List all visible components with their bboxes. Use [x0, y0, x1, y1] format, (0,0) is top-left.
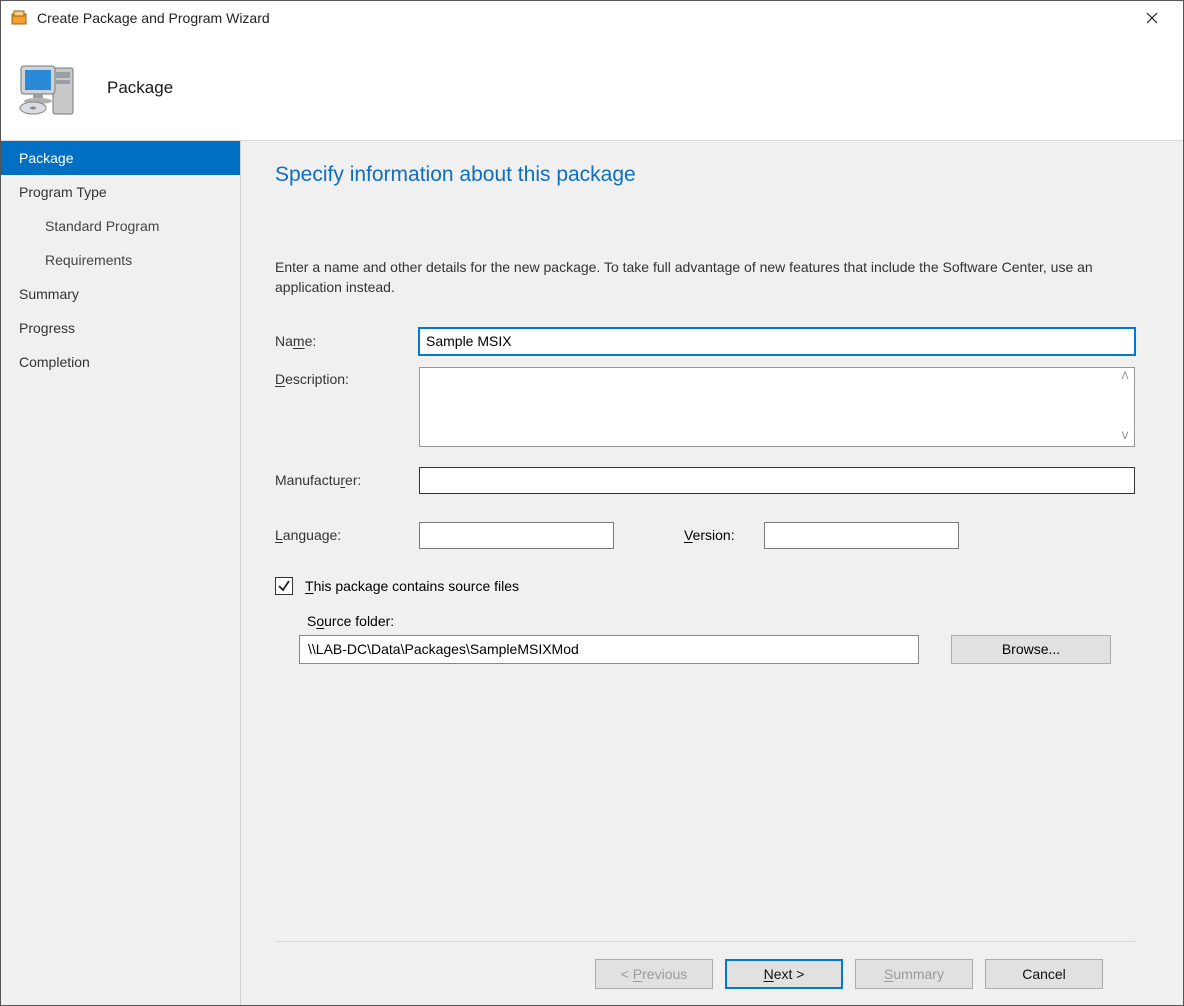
wizard-step-title: Package: [107, 78, 173, 98]
manufacturer-label: Manufacturer:: [275, 472, 419, 488]
window-title: Create Package and Program Wizard: [37, 10, 1129, 26]
browse-button[interactable]: Browse...: [951, 635, 1111, 664]
sidebar-item-label: Summary: [19, 286, 79, 302]
page-instruction: Enter a name and other details for the n…: [275, 257, 1125, 298]
contains-source-checkbox[interactable]: [275, 577, 293, 595]
manufacturer-input[interactable]: [419, 467, 1135, 494]
description-label: Description:: [275, 367, 419, 387]
sidebar-item-completion[interactable]: Completion: [1, 345, 240, 379]
source-folder-label: Source folder:: [307, 613, 1135, 629]
description-input[interactable]: [419, 367, 1135, 447]
close-button[interactable]: [1129, 3, 1175, 33]
sidebar-item-summary[interactable]: Summary: [1, 277, 240, 311]
wizard-main-panel: Specify information about this package E…: [241, 141, 1183, 1005]
name-input[interactable]: [419, 328, 1135, 355]
version-label: Version:: [684, 527, 764, 543]
sidebar-item-label: Package: [19, 150, 73, 166]
wizard-sidebar: Package Program Type Standard Program Re…: [1, 141, 241, 1005]
sidebar-item-progress[interactable]: Progress: [1, 311, 240, 345]
wizard-header: Package: [1, 35, 1183, 141]
sidebar-item-label: Standard Program: [45, 218, 159, 234]
titlebar: Create Package and Program Wizard: [1, 1, 1183, 35]
package-icon: [15, 58, 87, 118]
cancel-button[interactable]: Cancel: [985, 959, 1103, 989]
next-button[interactable]: Next >: [725, 959, 843, 989]
sidebar-item-label: Completion: [19, 354, 90, 370]
version-input[interactable]: [764, 522, 959, 549]
sidebar-item-requirements[interactable]: Requirements: [1, 243, 240, 277]
page-title: Specify information about this package: [275, 163, 1135, 187]
language-input[interactable]: [419, 522, 614, 549]
sidebar-item-label: Program Type: [19, 184, 107, 200]
wizard-icon: [11, 10, 27, 26]
previous-button: < Previous: [595, 959, 713, 989]
language-label: Language:: [275, 527, 419, 543]
summary-button: Summary: [855, 959, 973, 989]
sidebar-item-label: Progress: [19, 320, 75, 336]
source-folder-input[interactable]: [299, 635, 919, 664]
close-icon: [1146, 12, 1158, 24]
contains-source-label: This package contains source files: [305, 578, 519, 594]
sidebar-item-standard-program[interactable]: Standard Program: [1, 209, 240, 243]
sidebar-item-package[interactable]: Package: [1, 141, 240, 175]
name-label: Name:: [275, 333, 419, 349]
wizard-footer: < Previous Next > Summary Cancel: [275, 941, 1135, 1005]
sidebar-item-program-type[interactable]: Program Type: [1, 175, 240, 209]
sidebar-item-label: Requirements: [45, 252, 132, 268]
checkmark-icon: [277, 579, 291, 593]
